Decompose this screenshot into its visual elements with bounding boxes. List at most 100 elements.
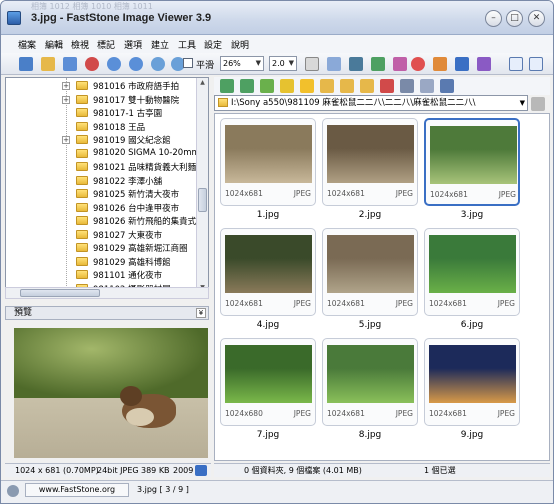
- thumbnail-card[interactable]: 1024x681 JPEG: [220, 118, 316, 206]
- expand-icon[interactable]: +: [62, 95, 70, 104]
- up-folder-icon[interactable]: [260, 79, 274, 93]
- next-icon[interactable]: [129, 57, 143, 71]
- tools-icon[interactable]: [531, 97, 545, 111]
- back-icon[interactable]: [220, 79, 234, 93]
- fit-icon[interactable]: [195, 465, 207, 476]
- crop-icon[interactable]: [349, 57, 363, 71]
- thumbnail-image: [327, 125, 414, 183]
- menu-view[interactable]: 檢視: [71, 38, 89, 51]
- folder-tree[interactable]: +981016 市政府語手拍 +981017 雙十動物醫院 981017-1 古亭園…: [5, 77, 209, 297]
- maximize-button[interactable]: □: [506, 10, 523, 27]
- thumbnail-resolution: 1024x681: [327, 189, 365, 198]
- effects-icon[interactable]: [433, 57, 447, 71]
- title-bar[interactable]: 相簿 1012 相簿 1010 相簿 1011 3.jpg - FastSton…: [1, 1, 553, 35]
- copy-to-icon[interactable]: [340, 79, 354, 93]
- thumbnail-filename[interactable]: 7.jpg: [220, 430, 316, 440]
- slideshow-icon[interactable]: [477, 57, 491, 71]
- tree-item[interactable]: 981026 新竹飛船的集貴式: [6, 215, 196, 227]
- hand-tool-icon[interactable]: [305, 57, 319, 71]
- menu-help[interactable]: 說明: [231, 38, 249, 51]
- thumbnail-filename[interactable]: 5.jpg: [322, 320, 418, 330]
- adjust-colors-icon[interactable]: [371, 57, 385, 71]
- pin-icon[interactable]: ¥: [196, 308, 206, 318]
- tree-item[interactable]: 981029 高雄科博館: [6, 256, 196, 268]
- tree-hscroll-thumb[interactable]: [20, 289, 100, 297]
- zoom-combo[interactable]: 26% ▼: [220, 56, 264, 71]
- tree-item[interactable]: 981027 大東夜市: [6, 229, 196, 241]
- menu-file[interactable]: 檔案: [18, 38, 36, 51]
- thumbnail-size-icon[interactable]: [440, 79, 454, 93]
- expand-icon[interactable]: +: [62, 82, 70, 90]
- expand-icon[interactable]: +: [62, 136, 70, 144]
- delete-file-icon[interactable]: [380, 79, 394, 93]
- address-bar[interactable]: I:\Sony a550\981109 麻雀松鼠二二八\二二八\麻雀松鼠二二八\…: [214, 95, 528, 111]
- thumbnail-card[interactable]: 1024x681 JPEG: [322, 228, 418, 316]
- refresh-icon[interactable]: [280, 79, 294, 93]
- open-folder-icon[interactable]: [41, 57, 55, 71]
- minimize-button[interactable]: –: [485, 10, 502, 27]
- tree-item[interactable]: 981022 李澤小舖: [6, 175, 196, 187]
- tree-vertical-scrollbar[interactable]: ▲ ▼: [196, 78, 208, 296]
- thumbnail-card[interactable]: 1024x681 JPEG: [220, 228, 316, 316]
- delete-icon[interactable]: [85, 57, 99, 71]
- tree-scroll-thumb[interactable]: [198, 188, 207, 212]
- thumbnail-card[interactable]: 1024x681 JPEG: [424, 338, 520, 426]
- thumbnail-filename[interactable]: 2.jpg: [322, 210, 418, 220]
- menu-settings[interactable]: 設定: [204, 38, 222, 51]
- browse-icon[interactable]: [19, 57, 33, 71]
- close-button[interactable]: ✕: [528, 10, 545, 27]
- save-icon[interactable]: [63, 57, 77, 71]
- tree-item[interactable]: 981017-1 古亭園: [6, 107, 196, 119]
- thumbnail-filename[interactable]: 8.jpg: [322, 430, 418, 440]
- thumbnail-card[interactable]: 1024x681 JPEG: [424, 118, 520, 206]
- thumbnail-card[interactable]: 1024x681 JPEG: [322, 338, 418, 426]
- previous-icon[interactable]: [107, 57, 121, 71]
- menu-edit[interactable]: 編輯: [45, 38, 63, 51]
- menu-create[interactable]: 建立: [151, 38, 169, 51]
- website-link[interactable]: www.FastStone.org: [25, 483, 129, 497]
- tree-item[interactable]: 981101 通化夜市: [6, 269, 196, 281]
- menu-tools[interactable]: 工具: [178, 38, 196, 51]
- thumbnail-format: JPEG: [293, 299, 311, 308]
- thumbnail-filename[interactable]: 6.jpg: [424, 320, 520, 330]
- tree-item[interactable]: 981020 SIGMA 10-20mm: [6, 148, 200, 160]
- thumbnail-filename[interactable]: 1.jpg: [220, 210, 316, 220]
- tree-item[interactable]: 981018 王品: [6, 121, 196, 133]
- new-folder-icon[interactable]: [320, 79, 334, 93]
- edit-icon[interactable]: [393, 57, 407, 71]
- zoom-in-icon[interactable]: [151, 57, 165, 71]
- favorite-icon[interactable]: [300, 79, 314, 93]
- move-to-icon[interactable]: [360, 79, 374, 93]
- tree-item[interactable]: 981021 品味精貨義大利麵: [6, 161, 196, 173]
- menu-options[interactable]: 選項: [124, 38, 142, 51]
- thumbnail-filename[interactable]: 4.jpg: [220, 320, 316, 330]
- thumbnail-filename[interactable]: 3.jpg: [424, 210, 520, 220]
- layout-icon[interactable]: [509, 57, 523, 71]
- tree-horizontal-scrollbar[interactable]: [5, 287, 209, 299]
- sort-icon[interactable]: [400, 79, 414, 93]
- actual-size-icon[interactable]: [327, 57, 341, 71]
- tree-item[interactable]: +981017 雙十動物醫院: [6, 94, 196, 106]
- address-dropdown-icon[interactable]: ▼: [520, 96, 525, 110]
- thumbnail-filename[interactable]: 9.jpg: [424, 430, 520, 440]
- ratio-combo[interactable]: 2.0 ▼: [269, 56, 297, 71]
- thumbnail-card[interactable]: 1024x680 JPEG: [220, 338, 316, 426]
- tree-item-label: 981021 品味精貨義大利麵: [93, 163, 197, 173]
- red-eye-icon[interactable]: [411, 57, 425, 71]
- tree-item[interactable]: 981025 新竹清大夜市: [6, 188, 196, 200]
- menu-tag[interactable]: 標記: [97, 38, 115, 51]
- email-icon[interactable]: [455, 57, 469, 71]
- tree-item[interactable]: 981026 台中逢甲夜市: [6, 202, 196, 214]
- thumbnail-card[interactable]: 1024x681 JPEG: [424, 228, 520, 316]
- forward-icon[interactable]: [240, 79, 254, 93]
- filter-icon[interactable]: [420, 79, 434, 93]
- tree-item[interactable]: 981029 高雄新堀江商圈: [6, 242, 196, 254]
- app-icon[interactable]: [7, 11, 21, 25]
- thumbnail-card[interactable]: 1024x681 JPEG: [322, 118, 418, 206]
- tree-item[interactable]: +981019 國父紀念館: [6, 134, 196, 146]
- smooth-checkbox[interactable]: [183, 58, 193, 68]
- tree-item[interactable]: +981016 市政府語手拍: [6, 80, 196, 92]
- fullscreen-icon[interactable]: [529, 57, 543, 71]
- tree-item-label: 981029 高雄新堀江商圈: [93, 244, 188, 254]
- scroll-up-icon[interactable]: ▲: [198, 79, 207, 89]
